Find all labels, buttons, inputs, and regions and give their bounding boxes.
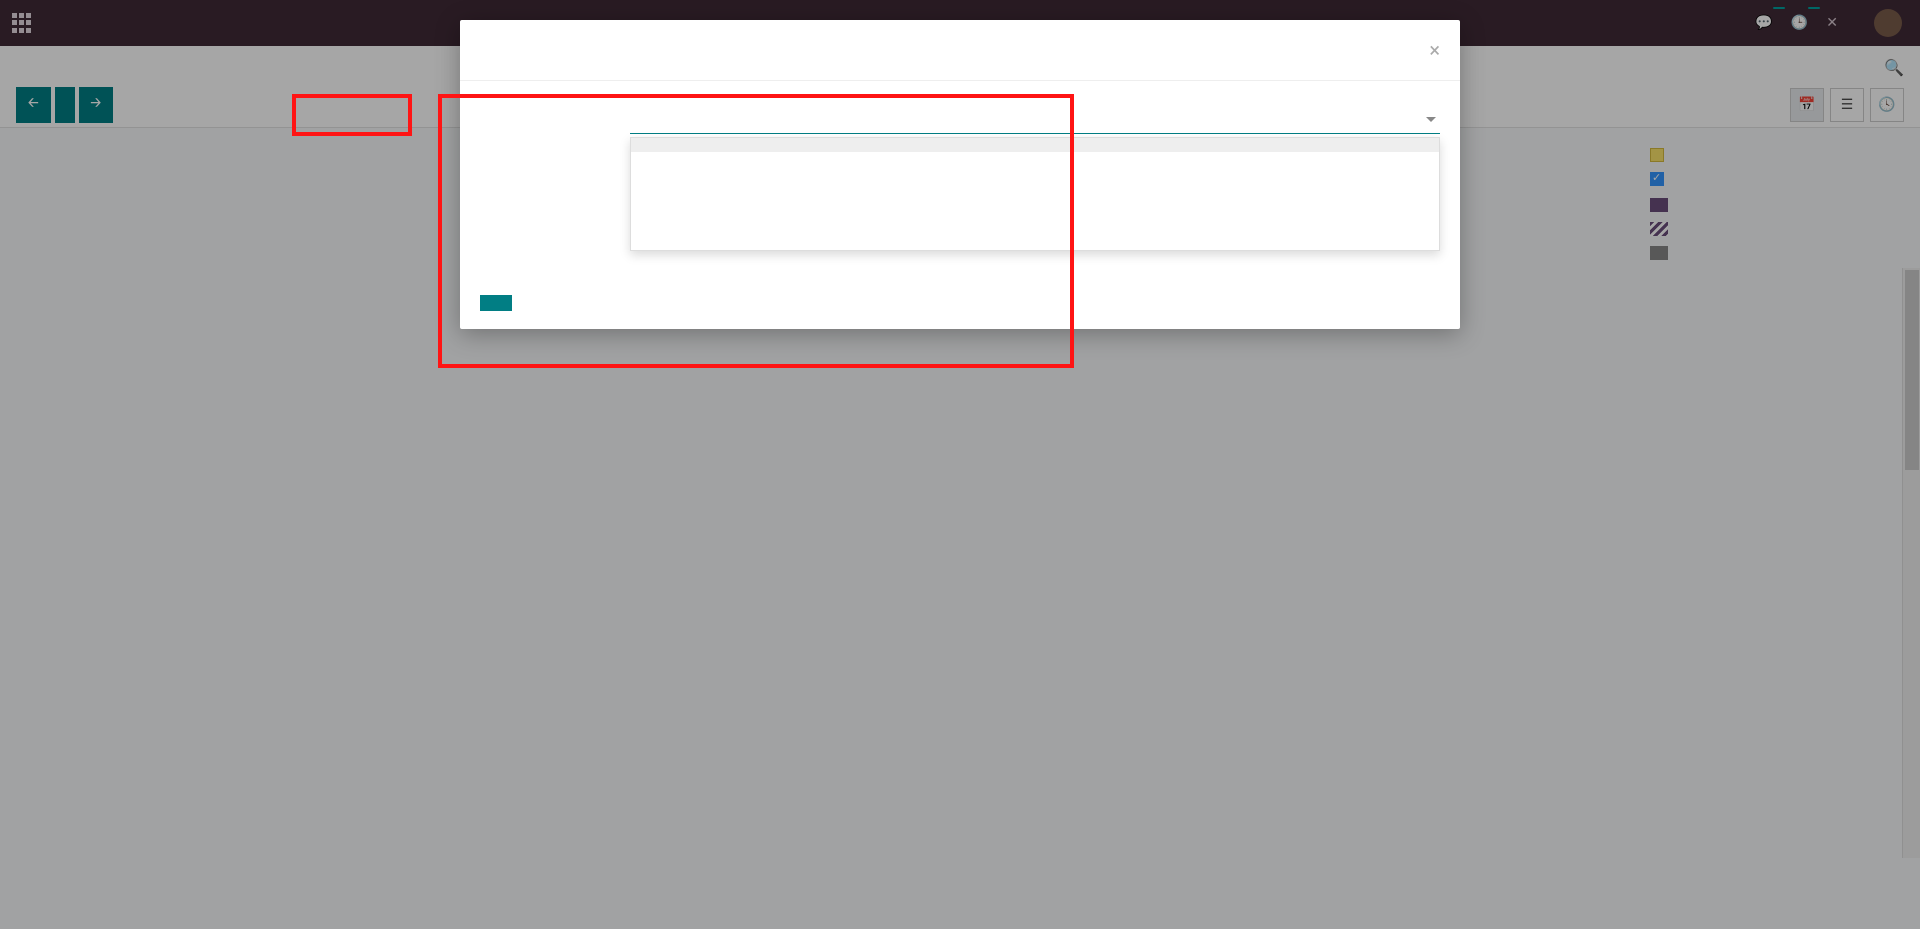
close-icon[interactable]: ×: [1429, 38, 1440, 62]
annotation-highlight: [292, 94, 412, 136]
annotation-highlight: [438, 94, 1074, 368]
chevron-down-icon[interactable]: [1426, 117, 1436, 122]
